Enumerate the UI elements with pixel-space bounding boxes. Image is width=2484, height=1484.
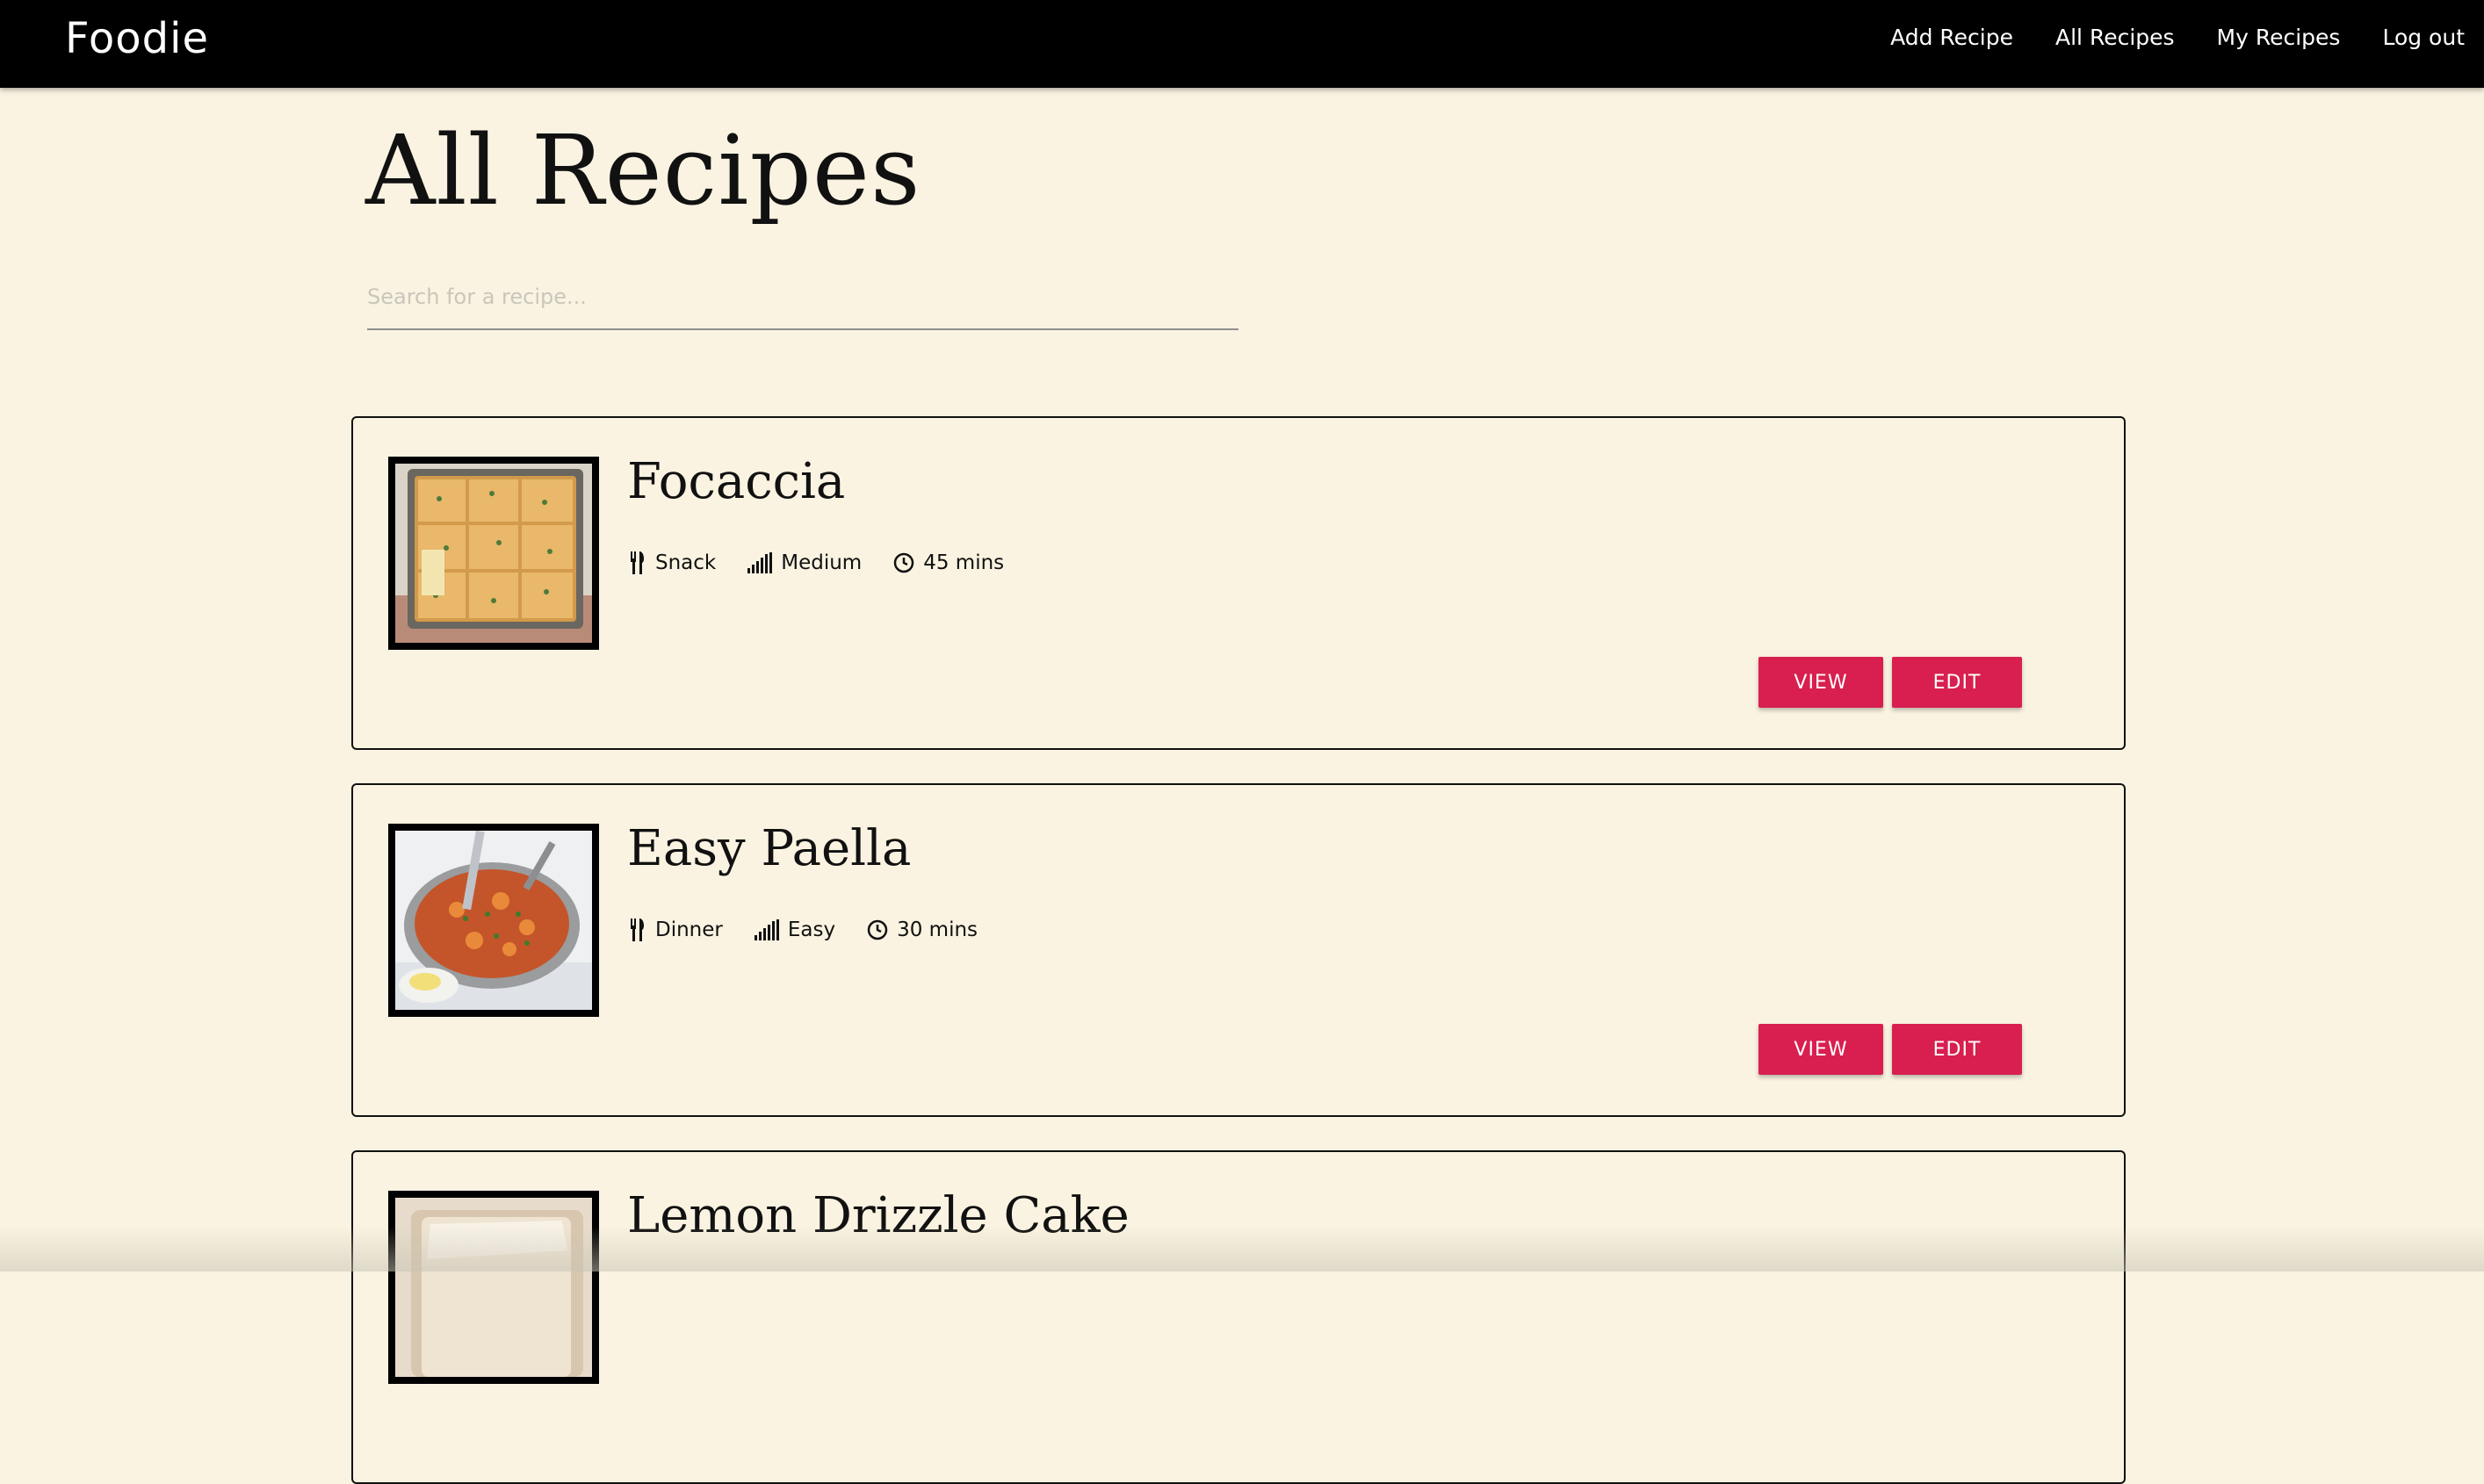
edit-button[interactable]: EDIT: [1892, 657, 2022, 708]
top-navbar: Foodie Add Recipe All Recipes My Recipes…: [0, 0, 2484, 88]
recipe-difficulty: Easy: [754, 918, 836, 941]
nav-link-my-recipes[interactable]: My Recipes: [2217, 25, 2341, 50]
recipe-image: [388, 1191, 599, 1384]
recipe-difficulty: Medium: [747, 551, 862, 574]
utensils-icon: [631, 551, 645, 574]
category-label: Snack: [655, 551, 717, 574]
recipe-actions: VIEW EDIT: [1758, 657, 2022, 708]
paella-photo: [395, 831, 592, 1010]
view-button[interactable]: VIEW: [1758, 1024, 1883, 1075]
search-container: [367, 272, 1238, 330]
focaccia-photo: [395, 464, 592, 643]
recipe-meta: Dinner Easy 30 mins: [629, 918, 978, 941]
recipe-card: Easy Paella Dinner Easy 30 mins VIEW EDI…: [351, 783, 2126, 1117]
recipe-title: Lemon Drizzle Cake: [627, 1187, 1130, 1244]
recipe-title: Easy Paella: [627, 820, 912, 877]
page-title: All Recipes: [365, 114, 921, 227]
recipe-title: Focaccia: [627, 453, 846, 510]
nav-link-log-out[interactable]: Log out: [2382, 25, 2465, 50]
search-input[interactable]: [367, 272, 1238, 321]
lemon-cake-photo: [395, 1198, 592, 1377]
nav-link-add-recipe[interactable]: Add Recipe: [1890, 25, 2013, 50]
recipe-meta: Snack Medium 45 mins: [629, 551, 1004, 574]
difficulty-label: Medium: [781, 551, 863, 574]
utensils-icon: [631, 918, 645, 941]
recipe-category: Snack: [629, 551, 716, 574]
category-label: Dinner: [655, 918, 723, 941]
recipe-category: Dinner: [629, 918, 723, 941]
recipe-card: Lemon Drizzle Cake: [351, 1150, 2126, 1484]
view-button[interactable]: VIEW: [1758, 657, 1883, 708]
time-label: 30 mins: [897, 918, 978, 941]
signal-bars-icon: [754, 919, 779, 940]
recipe-card: Focaccia Snack Medium 45 mins VIEW EDIT: [351, 416, 2126, 750]
recipe-image: [388, 457, 599, 650]
signal-bars-icon: [747, 552, 773, 573]
recipe-time: 30 mins: [867, 918, 978, 941]
time-label: 45 mins: [923, 551, 1005, 574]
difficulty-label: Easy: [787, 918, 836, 941]
edit-button[interactable]: EDIT: [1892, 1024, 2022, 1075]
nav-link-all-recipes[interactable]: All Recipes: [2055, 25, 2175, 50]
recipe-time: 45 mins: [893, 551, 1004, 574]
clock-icon: [867, 919, 888, 940]
recipe-actions: VIEW EDIT: [1758, 1024, 2022, 1075]
brand-logo[interactable]: Foodie: [65, 14, 209, 63]
clock-icon: [893, 552, 914, 573]
recipe-image: [388, 824, 599, 1017]
nav-links: Add Recipe All Recipes My Recipes Log ou…: [1890, 25, 2465, 50]
